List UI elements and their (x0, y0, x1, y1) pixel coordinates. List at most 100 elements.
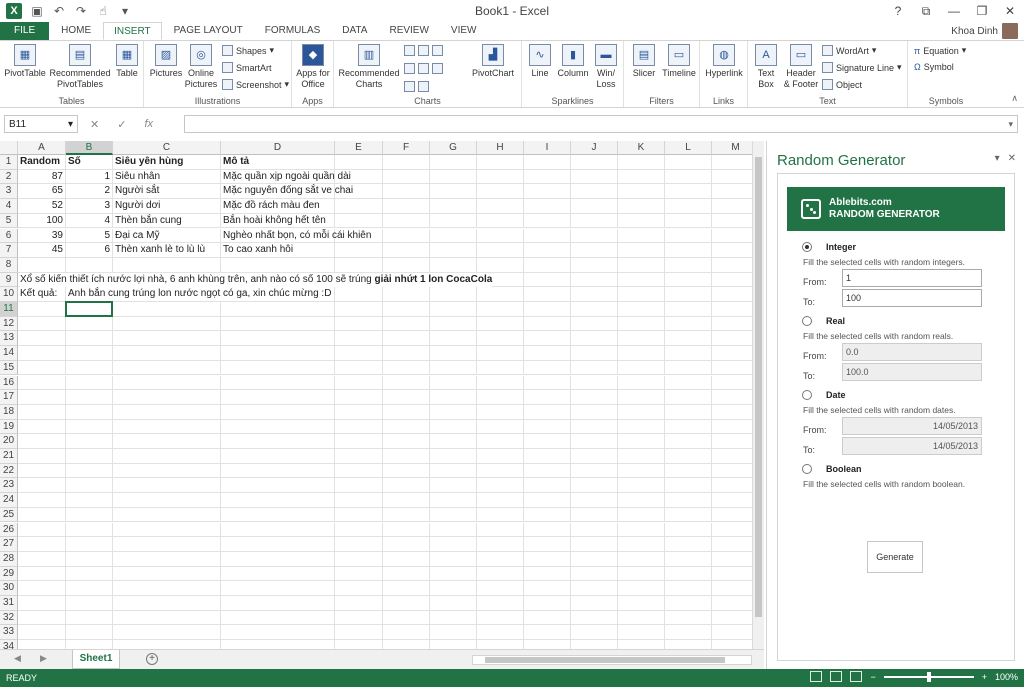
cell[interactable] (113, 419, 221, 435)
cell[interactable] (383, 360, 430, 376)
cell[interactable] (221, 507, 335, 523)
cell[interactable] (571, 375, 618, 391)
cell[interactable] (66, 434, 113, 449)
cell[interactable] (18, 331, 66, 347)
cell[interactable] (712, 361, 752, 376)
row-header[interactable]: 9 (0, 272, 18, 288)
row-header[interactable]: 23 (0, 478, 18, 494)
tab-review[interactable]: REVIEW (379, 22, 438, 40)
cell[interactable] (113, 551, 221, 567)
cell[interactable] (383, 449, 430, 464)
cell[interactable] (383, 169, 430, 185)
cell[interactable] (712, 434, 752, 449)
column-header[interactable]: M (712, 141, 752, 155)
cell[interactable] (335, 184, 383, 200)
cell[interactable] (524, 331, 571, 347)
cell[interactable] (221, 375, 335, 391)
cell[interactable] (665, 257, 712, 273)
cell[interactable] (18, 375, 66, 391)
cell[interactable] (430, 522, 477, 538)
cell[interactable] (665, 419, 712, 435)
cell[interactable] (524, 302, 571, 317)
cell[interactable] (618, 581, 665, 596)
cell[interactable] (221, 302, 335, 317)
cell[interactable] (66, 522, 113, 538)
cell[interactable] (571, 478, 618, 494)
column-header[interactable]: J (571, 141, 618, 155)
smartart-button[interactable]: SmartArt (222, 62, 272, 73)
cell[interactable] (335, 596, 383, 611)
signature-line-button[interactable]: Signature Line ▾ (822, 62, 902, 73)
cell[interactable] (665, 449, 712, 464)
cell[interactable] (524, 213, 571, 229)
cell[interactable] (618, 566, 665, 582)
cell[interactable] (18, 596, 66, 611)
enter-icon[interactable]: ✓ (117, 118, 126, 131)
cell[interactable] (383, 507, 430, 523)
column-header[interactable]: A (18, 141, 66, 155)
cell[interactable] (221, 566, 335, 582)
cell[interactable] (66, 566, 113, 582)
sparkline-line-button[interactable]: ∿ Line (526, 44, 554, 79)
equation-button[interactable]: π Equation ▾ (914, 45, 966, 56)
cell[interactable] (665, 302, 712, 317)
cell[interactable] (430, 257, 477, 273)
cell[interactable] (18, 346, 66, 361)
cell[interactable]: 39 (18, 228, 66, 244)
cell[interactable] (618, 228, 665, 244)
cell[interactable] (712, 596, 752, 611)
sheet-prev-icon[interactable]: ◀ (14, 653, 21, 664)
cell[interactable] (335, 493, 383, 508)
cell[interactable] (477, 551, 524, 567)
cell[interactable] (477, 404, 524, 420)
cell[interactable]: Mặc nguyên đống sắt ve chai (221, 184, 353, 200)
cell[interactable] (571, 346, 618, 361)
cell[interactable] (571, 360, 618, 376)
cell[interactable] (524, 184, 571, 200)
cell[interactable] (665, 596, 712, 611)
column-header[interactable]: G (430, 141, 477, 155)
row-header[interactable]: 8 (0, 257, 18, 273)
cell[interactable] (221, 331, 335, 347)
cell[interactable] (221, 434, 335, 449)
cell[interactable] (335, 537, 383, 552)
cell[interactable] (430, 228, 477, 244)
cell[interactable] (571, 257, 618, 273)
cell[interactable]: Random (18, 155, 66, 170)
integer-radio[interactable]: Integer (802, 242, 856, 252)
row-header[interactable]: 2 (0, 169, 18, 185)
cell[interactable] (18, 610, 66, 626)
recommended-pivottables-button[interactable]: ▤ Recommended PivotTables (48, 44, 112, 90)
cell[interactable] (571, 243, 618, 258)
zoom-level[interactable]: 100% (995, 672, 1018, 682)
cell[interactable] (221, 390, 335, 405)
cell[interactable] (430, 434, 477, 449)
cell[interactable] (618, 257, 665, 273)
cell[interactable] (524, 243, 571, 258)
cell[interactable] (618, 213, 665, 229)
cell[interactable] (571, 169, 618, 185)
cell[interactable] (524, 596, 571, 611)
cell[interactable] (571, 302, 618, 317)
cell[interactable]: Mặc quần xịp ngoài quần dài (221, 169, 351, 185)
cell[interactable] (383, 537, 430, 552)
cell[interactable] (18, 581, 66, 596)
cell[interactable] (665, 522, 712, 538)
cell[interactable] (477, 243, 524, 258)
cell[interactable] (477, 625, 524, 641)
cell[interactable]: 2 (66, 184, 113, 200)
cell[interactable] (665, 625, 712, 641)
cell[interactable] (524, 257, 571, 273)
tab-formulas[interactable]: FORMULAS (255, 22, 331, 40)
cell[interactable] (113, 478, 221, 494)
cell[interactable] (665, 346, 712, 361)
wordart-button[interactable]: WordArt ▾ (822, 45, 876, 56)
cell[interactable] (221, 493, 335, 508)
cell[interactable] (524, 463, 571, 479)
cell[interactable] (383, 581, 430, 596)
column-header[interactable]: E (335, 141, 383, 155)
cell[interactable] (524, 199, 571, 214)
zoom-out-icon[interactable]: − (870, 672, 875, 682)
cell[interactable] (665, 243, 712, 258)
cell[interactable] (524, 155, 571, 170)
